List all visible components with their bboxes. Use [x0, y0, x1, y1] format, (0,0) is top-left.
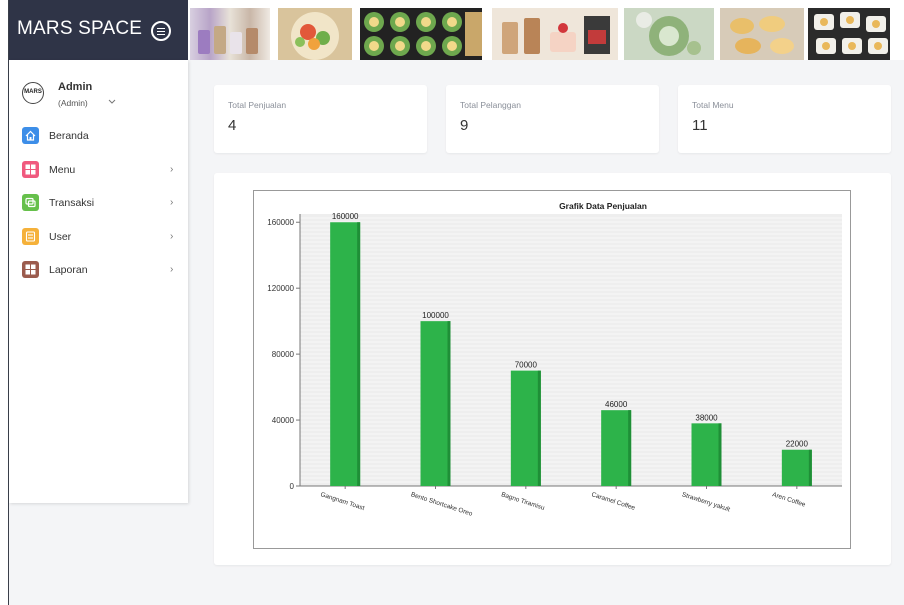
chart-title: Grafik Data Penjualan	[559, 201, 647, 211]
bar-shade	[447, 321, 451, 486]
chat-icon	[22, 194, 39, 211]
bar	[510, 370, 541, 486]
brand-header: MARS SPACE	[9, 0, 188, 60]
sidebar-item-label: Beranda	[49, 130, 89, 142]
y-tick-label: 40000	[272, 416, 295, 425]
banner-photo-boxes	[808, 8, 890, 60]
bar	[420, 321, 451, 486]
grid-icon	[22, 161, 39, 178]
avatar-logo-text: MARS	[24, 89, 42, 95]
data-label: 100000	[422, 311, 449, 320]
y-tick-label: 80000	[272, 350, 295, 359]
banner-photo-salad	[278, 8, 352, 60]
stat-card-total-penjualan: Total Penjualan 4	[214, 85, 427, 153]
banner-photo-sandwiches	[360, 8, 482, 60]
user-role: (Admin)	[58, 98, 88, 108]
bar-shade	[537, 370, 541, 486]
sidebar-item-label: User	[49, 231, 72, 243]
stat-card-total-pelanggan: Total Pelanggan 9	[446, 85, 659, 153]
bar	[601, 410, 632, 486]
avatar: MARS	[22, 82, 44, 104]
window-left-edge	[0, 0, 9, 605]
stat-label: Total Pelanggan	[460, 100, 521, 110]
header-banner	[188, 0, 904, 60]
list-icon	[22, 228, 39, 245]
stat-card-total-menu: Total Menu 11	[678, 85, 891, 153]
data-label: 38000	[695, 413, 718, 422]
hamburger-circle-icon[interactable]	[151, 21, 171, 41]
chevron-down-icon[interactable]	[108, 98, 116, 107]
chevron-right-icon: ›	[170, 197, 174, 208]
user-name: Admin	[58, 81, 93, 93]
banner-photo-pastries	[720, 8, 804, 60]
stat-label: Total Penjualan	[228, 100, 287, 110]
bar-shade	[628, 410, 632, 486]
banner-photo-coffee-cake	[492, 8, 618, 60]
sidebar-item-laporan[interactable]: Laporan ›	[22, 261, 182, 281]
sidebar-item-beranda[interactable]: Beranda	[22, 127, 182, 147]
sidebar-item-label: Menu	[49, 164, 76, 176]
y-tick-label: 160000	[267, 218, 294, 227]
data-label: 22000	[786, 440, 809, 449]
chevron-right-icon: ›	[170, 231, 174, 242]
data-label: 46000	[605, 400, 628, 409]
banner-photo-drinks	[190, 8, 270, 60]
y-tick-label: 0	[290, 482, 295, 491]
banner-photo-matcha	[624, 8, 714, 60]
sidebar-item-menu[interactable]: Menu ›	[22, 161, 182, 181]
bar-shade	[808, 449, 812, 486]
stat-value: 11	[692, 117, 708, 134]
chevron-right-icon: ›	[170, 164, 174, 175]
data-label: 160000	[332, 212, 359, 221]
sidebar: MARS Admin (Admin) Beranda Menu › Transa…	[9, 60, 188, 503]
sidebar-item-user[interactable]: User ›	[22, 228, 182, 248]
bar-shade	[718, 423, 722, 486]
grid-icon	[22, 261, 39, 278]
home-icon	[22, 127, 39, 144]
stat-label: Total Menu	[692, 100, 734, 110]
stat-value: 9	[460, 117, 469, 134]
app-title: MARS SPACE	[17, 18, 143, 39]
bar-shade	[357, 222, 361, 486]
y-tick-label: 120000	[267, 284, 294, 293]
user-profile[interactable]: MARS Admin (Admin)	[22, 81, 182, 114]
data-label: 70000	[515, 361, 538, 370]
chevron-right-icon: ›	[170, 264, 174, 275]
stat-value: 4	[228, 117, 237, 134]
sidebar-item-transaksi[interactable]: Transaksi ›	[22, 194, 182, 214]
sales-bar-chart: Grafik Data Penjualan 0 40000 80000 120000 16…	[253, 190, 851, 549]
bar	[330, 222, 361, 486]
bar	[691, 423, 722, 486]
bar	[781, 449, 812, 486]
sidebar-item-label: Laporan	[49, 264, 88, 276]
sidebar-item-label: Transaksi	[49, 197, 95, 209]
